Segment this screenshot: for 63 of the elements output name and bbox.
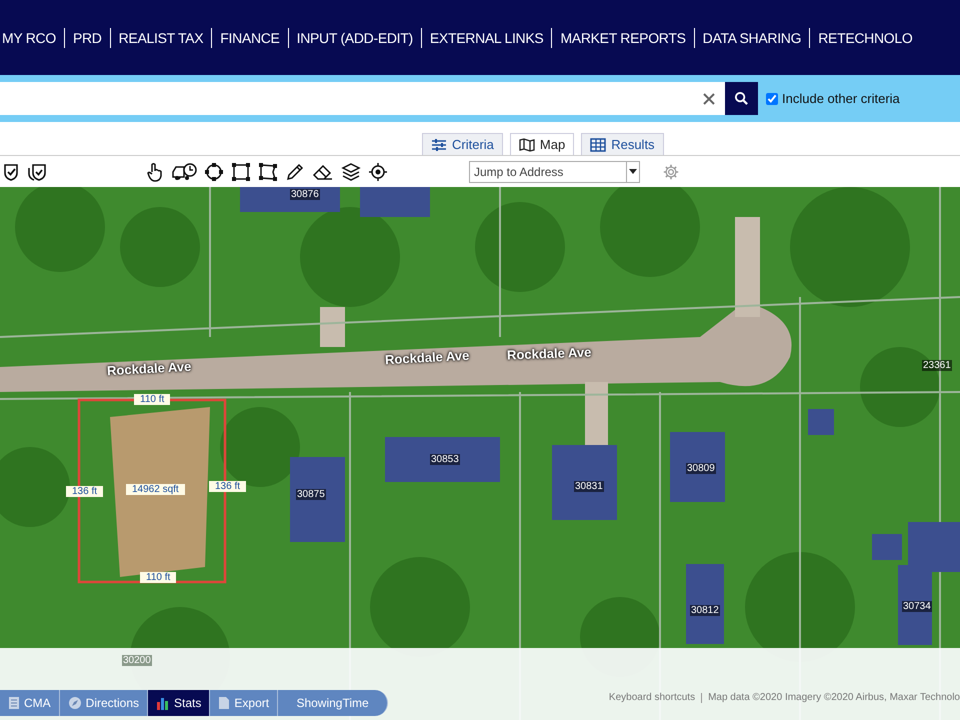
dropdown-button[interactable] (626, 160, 640, 182)
clear-icon[interactable] (703, 92, 715, 104)
house-number-label: 30875 (296, 489, 326, 500)
checkbox-label: Include other criteria (782, 91, 900, 106)
house-number-label: 30734 (902, 601, 932, 612)
grid-icon (590, 138, 606, 152)
sliders-icon (431, 138, 447, 152)
view-tab[interactable]: Results (581, 133, 664, 155)
bottom-tab[interactable]: CMA (0, 690, 60, 716)
house-number-label: 30853 (430, 454, 460, 465)
car-clock-icon[interactable] (171, 162, 197, 182)
measurement-label: 110 ft (140, 572, 176, 583)
area-label: 14962 sqft (126, 484, 185, 495)
map-attribution[interactable]: Keyboard shortcuts (608, 692, 696, 703)
house-number-label: 30831 (574, 481, 604, 492)
nav-link[interactable]: MY RCO (2, 30, 64, 46)
nav-link[interactable]: RETECHNOLO (818, 30, 920, 46)
bottom-tab[interactable]: Export (210, 690, 278, 716)
street-label: Rockdale Ave (384, 348, 470, 368)
bottom-tab[interactable]: ShowingTime (278, 690, 388, 716)
map-icon (518, 138, 535, 152)
house-number-label: 30876 (290, 189, 320, 200)
house-number-label: 30809 (686, 463, 716, 474)
square-select-icon[interactable] (231, 162, 251, 182)
jump-to-address-field[interactable]: Jump to Address (469, 160, 626, 182)
document-icon (218, 696, 230, 710)
bottom-tab[interactable]: Directions (60, 690, 148, 716)
measurement-label: 110 ft (134, 394, 170, 405)
street-label: Rockdale Ave (506, 344, 592, 362)
compass-icon (68, 696, 82, 710)
nav-link[interactable]: DATA SHARING (702, 30, 810, 46)
settings-icon[interactable] (663, 164, 679, 180)
hand-pointer-icon[interactable] (146, 162, 164, 182)
measurement-label: 136 ft (209, 481, 246, 492)
nav-link[interactable]: INPUT (ADD-EDIT) (296, 30, 421, 46)
caret-icon (629, 169, 637, 174)
bottom-tab[interactable]: Stats (148, 690, 210, 716)
double-check-shield-icon[interactable] (27, 162, 47, 180)
layers-icon[interactable] (341, 162, 361, 182)
search-icon (734, 91, 749, 106)
pencil-icon[interactable] (285, 162, 305, 182)
nav-link[interactable]: REALIST TAX (118, 30, 212, 46)
search-button[interactable] (725, 82, 758, 115)
view-tab[interactable]: Criteria (422, 133, 503, 155)
nav-link[interactable]: EXTERNAL LINKS (430, 30, 552, 46)
measurement-label: 136 ft (66, 486, 104, 497)
search-field[interactable] (0, 82, 725, 115)
circle-select-icon[interactable] (204, 162, 224, 182)
house-number-label: 23361 (922, 360, 952, 371)
map-attribution: Map data ©2020 Imagery ©2020 Airbus, Maxar Technolo (708, 692, 960, 703)
polygon-select-icon[interactable] (258, 162, 278, 182)
target-icon[interactable] (368, 162, 388, 182)
house-number-label: 30812 (690, 605, 720, 616)
include-criteria-checkbox[interactable] (766, 92, 778, 104)
nav-link[interactable]: PRD (72, 30, 110, 46)
nav-link[interactable]: FINANCE (220, 30, 288, 46)
document-icon (8, 696, 20, 710)
house-number-label: 30200 (122, 655, 152, 666)
bar-chart-icon (156, 696, 170, 710)
nav-link[interactable]: MARKET REPORTS (560, 30, 694, 46)
street-label: Rockdale Ave (106, 358, 192, 378)
check-shield-icon[interactable] (2, 162, 20, 180)
view-tab[interactable]: Map (510, 133, 574, 155)
